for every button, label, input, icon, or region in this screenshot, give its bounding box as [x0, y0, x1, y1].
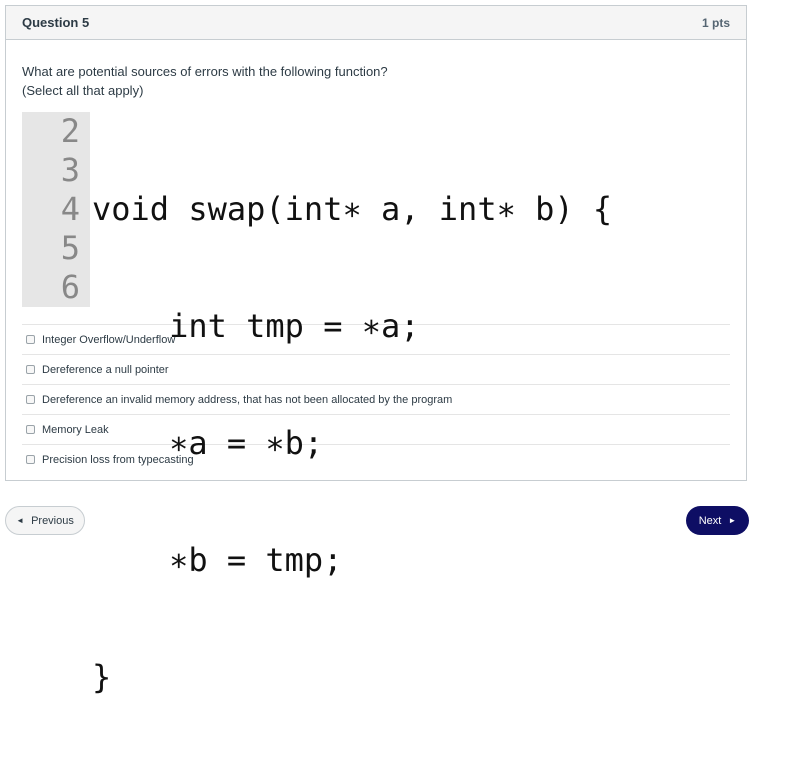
- answer-checkbox[interactable]: [26, 425, 35, 434]
- line-number: 6: [60, 268, 80, 306]
- code-line: }: [92, 658, 112, 696]
- answer-checkbox[interactable]: [26, 335, 35, 344]
- answer-checkbox[interactable]: [26, 365, 35, 374]
- question-card: Question 5 1 pts What are potential sour…: [5, 5, 747, 696]
- question-prompt-line: What are potential sources of errors wit…: [22, 64, 388, 79]
- code-line: void swap(int∗ a, int∗ b) {: [92, 190, 613, 228]
- question-prompt: What are potential sources of errors wit…: [22, 62, 730, 100]
- answer-label: Dereference a null pointer: [42, 363, 169, 376]
- question-points: 1 pts: [701, 15, 730, 30]
- previous-button-label: Previous: [31, 514, 74, 527]
- caret-right-icon: ►: [728, 516, 737, 525]
- line-number: 4: [60, 190, 80, 228]
- question-body: What are potential sources of errors wit…: [6, 40, 746, 696]
- answer-label: Integer Overflow/Underflow: [42, 333, 176, 346]
- answer-label: Precision loss from typecasting: [42, 453, 194, 466]
- next-button[interactable]: Next ►: [686, 506, 749, 535]
- caret-left-icon: ◄: [16, 516, 25, 525]
- previous-button[interactable]: ◄ Previous: [5, 506, 85, 535]
- code-line-numbers: 2 3 4 5 6: [22, 112, 90, 307]
- line-number: 2: [60, 112, 80, 150]
- question-header: Question 5 1 pts: [6, 6, 746, 40]
- answer-label: Memory Leak: [42, 423, 109, 436]
- answer-checkbox[interactable]: [26, 455, 35, 464]
- answer-label: Dereference an invalid memory address, t…: [42, 393, 453, 406]
- next-button-label: Next: [698, 514, 722, 527]
- question-title: Question 5: [22, 15, 90, 30]
- question-prompt-instruction: (Select all that apply): [22, 83, 144, 98]
- line-number: 5: [60, 229, 80, 267]
- answer-checkbox[interactable]: [26, 395, 35, 404]
- line-number: 3: [60, 151, 80, 189]
- code-line: ∗b = tmp;: [92, 541, 343, 579]
- code-content: void swap(int∗ a, int∗ b) { int tmp = ∗a…: [90, 112, 613, 696]
- code-image: 2 3 4 5 6 void swap(int∗ a, int∗ b) { in…: [22, 112, 662, 696]
